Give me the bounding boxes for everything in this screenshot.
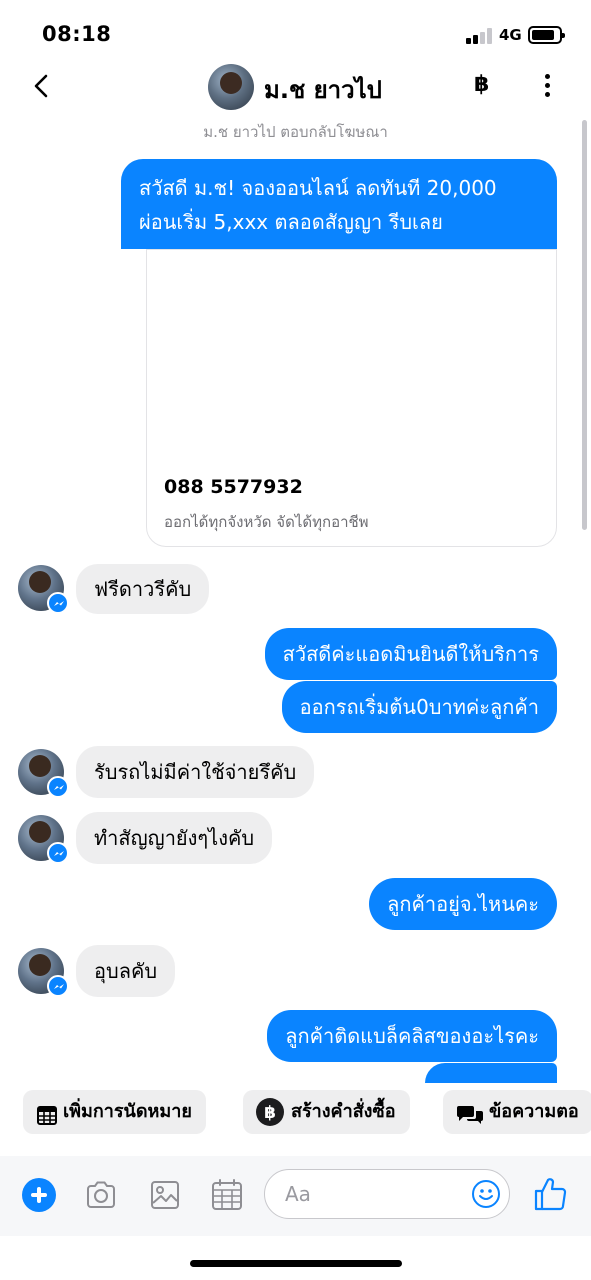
incoming-message[interactable]: อุบลคับ (76, 945, 176, 997)
camera-icon[interactable] (84, 1178, 118, 1212)
quick-reply-appointment[interactable]: เพิ่มการนัดหมาย (23, 1090, 206, 1134)
contact-avatar[interactable] (208, 64, 254, 110)
quick-reply-label: สร้างคำสั่งซื้อ (291, 1101, 396, 1122)
message-input-placeholder: Aa (285, 1182, 311, 1206)
network-type: 4G (499, 26, 522, 44)
status-time: 08:18 (42, 22, 112, 46)
quick-reply-label: ข้อความตอ (489, 1101, 579, 1122)
scrollbar[interactable] (582, 120, 587, 530)
ad-message-bubble[interactable]: สวัสดี ม.ช! จองออนไลน์ ลดทันที 20,000 ผ่… (121, 159, 557, 249)
calendar-icon[interactable] (210, 1178, 244, 1212)
gallery-icon[interactable] (148, 1178, 182, 1212)
baht-icon[interactable]: ฿ (474, 72, 489, 97)
messenger-badge-icon (47, 842, 69, 864)
incoming-message[interactable]: ทำสัญญายังๆไงคับ (76, 812, 273, 864)
signal-icon (466, 28, 494, 44)
outgoing-message[interactable]: ออกรถเริ่มต้น0บาทค่ะลูกค้า (281, 681, 557, 733)
outgoing-message[interactable]: ลูกค้าติดแบล็คลิสของอะไรคะ (267, 1010, 557, 1062)
quick-reply-bar: เพิ่มการนัดหมาย ฿ สร้างคำสั่งซื้อ ข้อควา… (0, 1090, 591, 1134)
messenger-badge-icon (47, 776, 69, 798)
conversation-header: ม.ช ยาวไป ฿ (0, 60, 591, 112)
thumbs-up-icon[interactable] (534, 1176, 568, 1212)
chat-bubbles-icon (455, 1100, 485, 1124)
home-indicator[interactable] (190, 1260, 402, 1267)
avatar[interactable] (18, 815, 69, 864)
plus-icon[interactable] (22, 1178, 56, 1212)
avatar[interactable] (18, 749, 69, 798)
more-options-icon[interactable] (538, 72, 558, 100)
messenger-badge-icon (47, 592, 69, 614)
calendar-icon (35, 1100, 59, 1125)
baht-icon: ฿ (255, 1097, 285, 1127)
svg-text:฿: ฿ (264, 1103, 276, 1123)
status-bar: 08:18 4G (0, 0, 591, 64)
contact-name[interactable]: ม.ช ยาวไป (264, 70, 382, 109)
quick-reply-saved-message[interactable]: ข้อความตอ (443, 1090, 591, 1134)
ad-reply-notice: ม.ช ยาวไป ตอบกลับโฆษณา (203, 123, 388, 141)
message-input[interactable]: Aa (264, 1169, 510, 1219)
ad-phone: 088 5577932 (164, 476, 303, 498)
messenger-badge-icon (47, 975, 69, 997)
quick-reply-label: เพิ่มการนัดหมาย (63, 1101, 192, 1122)
outgoing-message-partial[interactable] (425, 1063, 557, 1083)
battery-icon (528, 26, 565, 44)
ad-description: ออกได้ทุกจังหวัด จัดได้ทุกอาชีพ (164, 513, 369, 531)
incoming-message[interactable]: รับรถไม่มีค่าใช้จ่ายรึคับ (76, 746, 315, 798)
ad-card[interactable]: 088 5577932 ออกได้ทุกจังหวัด จัดได้ทุกอา… (146, 249, 557, 547)
incoming-message[interactable]: ฟรีดาวรีคับ (76, 564, 210, 614)
ad-message-line: ผ่อนเริ่ม 5,xxx ตลอดสัญญา รีบเลย (139, 210, 443, 234)
outgoing-message[interactable]: สวัสดีค่ะแอดมินยินดีให้บริการ (264, 628, 557, 680)
back-icon[interactable] (28, 72, 56, 100)
ad-message-line: สวัสดี ม.ช! จองออนไลน์ ลดทันที 20,000 (139, 176, 497, 200)
quick-reply-create-order[interactable]: ฿ สร้างคำสั่งซื้อ (243, 1090, 410, 1134)
composer-bar: Aa (0, 1156, 591, 1236)
avatar[interactable] (18, 948, 69, 997)
emoji-icon[interactable] (471, 1179, 501, 1209)
avatar[interactable] (18, 565, 69, 614)
outgoing-message[interactable]: ลูกค้าอยู่จ.ไหนคะ (369, 878, 557, 930)
